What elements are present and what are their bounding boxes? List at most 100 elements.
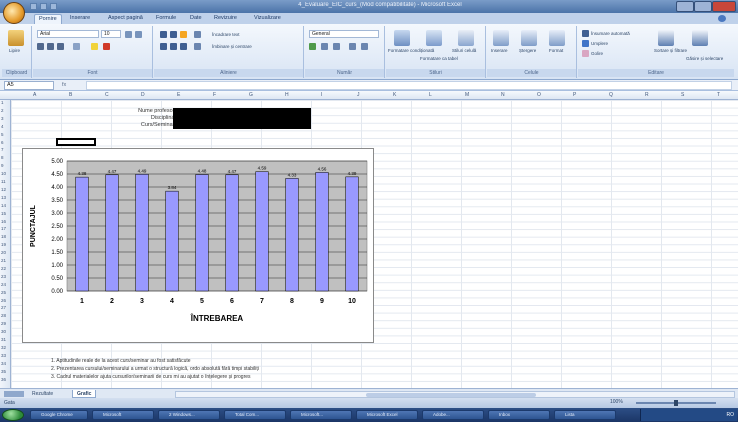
- row-header-8[interactable]: 8: [1, 155, 4, 160]
- row-header-22[interactable]: 22: [1, 266, 6, 271]
- number-format-box[interactable]: General: [309, 30, 379, 38]
- clear-button[interactable]: Golire: [591, 51, 603, 56]
- zoom-slider-thumb[interactable]: [674, 400, 678, 406]
- format-cells-button[interactable]: Format: [549, 48, 563, 53]
- insert-cells-icon[interactable]: [493, 30, 509, 46]
- conditional-formatting-icon[interactable]: [394, 30, 410, 46]
- row-header-33[interactable]: 33: [1, 353, 6, 358]
- formula-input[interactable]: [86, 81, 732, 90]
- row-header-25[interactable]: 25: [1, 290, 6, 295]
- taskbar-item-6[interactable]: Microsoft Excel: [356, 410, 418, 420]
- row-header-12[interactable]: 12: [1, 187, 6, 192]
- row-header-20[interactable]: 20: [1, 250, 6, 255]
- fill-color-icon[interactable]: [91, 43, 98, 50]
- row-header-23[interactable]: 23: [1, 274, 6, 279]
- tab-insert[interactable]: Inserare: [66, 14, 94, 24]
- row-header-10[interactable]: 10: [1, 171, 6, 176]
- taskbar-item-8[interactable]: Inbox: [488, 410, 550, 420]
- taskbar-item-4[interactable]: Total Com...: [224, 410, 286, 420]
- column-header-s[interactable]: S: [681, 92, 684, 98]
- column-header-h[interactable]: H: [285, 92, 289, 98]
- delete-cells-icon[interactable]: [521, 30, 537, 46]
- tab-review[interactable]: Revizuire: [210, 14, 241, 24]
- taskbar-item-2[interactable]: Microsoft: [92, 410, 154, 420]
- redo-icon[interactable]: [50, 3, 57, 10]
- row-header-35[interactable]: 35: [1, 369, 6, 374]
- row-header-29[interactable]: 29: [1, 321, 6, 326]
- find-select-button[interactable]: Găsire și selectare: [686, 56, 723, 61]
- maximize-button[interactable]: [694, 1, 712, 12]
- row-header-11[interactable]: 11: [1, 179, 6, 184]
- row-header-32[interactable]: 32: [1, 345, 6, 350]
- help-icon[interactable]: [718, 15, 726, 22]
- shrink-font-icon[interactable]: [135, 31, 142, 38]
- chart-object[interactable]: 0.00 0.50 1.00 1.50 2.00 2.50 3.00 3.50 4.00 4.50…: [22, 148, 374, 343]
- decrease-decimal-icon[interactable]: [361, 43, 368, 50]
- undo-icon[interactable]: [40, 3, 47, 10]
- insert-cells-button[interactable]: Inserare: [491, 48, 508, 53]
- horizontal-scrollbar[interactable]: [175, 391, 735, 398]
- align-center-icon[interactable]: [170, 43, 177, 50]
- comma-icon[interactable]: [333, 43, 340, 50]
- selected-cell[interactable]: [56, 138, 96, 146]
- row-header-17[interactable]: 17: [1, 226, 6, 231]
- row-header-18[interactable]: 18: [1, 234, 6, 239]
- taskbar-item-3[interactable]: 2 Windows...: [158, 410, 220, 420]
- font-size-box[interactable]: 10: [101, 30, 121, 38]
- column-header-i[interactable]: I: [321, 92, 322, 98]
- column-header-q[interactable]: Q: [609, 92, 613, 98]
- row-header-15[interactable]: 15: [1, 211, 6, 216]
- delete-cells-button[interactable]: Ștergere: [519, 48, 536, 53]
- row-header-26[interactable]: 26: [1, 298, 6, 303]
- align-bottom-icon[interactable]: [180, 31, 187, 38]
- font-name-box[interactable]: Arial: [37, 30, 99, 38]
- align-right-icon[interactable]: [180, 43, 187, 50]
- row-header-6[interactable]: 6: [1, 140, 4, 145]
- redacted-cells[interactable]: [173, 108, 311, 129]
- cell-styles-button[interactable]: Stiluri celulă: [452, 48, 476, 53]
- row-header-19[interactable]: 19: [1, 242, 6, 247]
- taskbar-item-5[interactable]: Microsoft...: [290, 410, 352, 420]
- close-button[interactable]: [712, 1, 736, 12]
- row-header-16[interactable]: 16: [1, 219, 6, 224]
- paste-icon[interactable]: [8, 30, 24, 46]
- column-header-f[interactable]: F: [213, 92, 216, 98]
- zoom-control[interactable]: 100%: [610, 399, 730, 406]
- currency-icon[interactable]: [309, 43, 316, 50]
- row-header-28[interactable]: 28: [1, 313, 6, 318]
- row-header-13[interactable]: 13: [1, 195, 6, 200]
- fx-label[interactable]: fx: [62, 81, 82, 90]
- column-header-j[interactable]: J: [357, 92, 360, 98]
- row-header-2[interactable]: 2: [1, 108, 4, 113]
- format-cells-icon[interactable]: [549, 30, 565, 46]
- row-header-36[interactable]: 36: [1, 377, 6, 382]
- paste-button-label[interactable]: Lipire: [9, 48, 20, 53]
- column-header-d[interactable]: D: [141, 92, 145, 98]
- orientation-icon[interactable]: [194, 31, 201, 38]
- format-as-table-button[interactable]: Formatare ca tabel: [420, 56, 458, 61]
- row-header-5[interactable]: 5: [1, 132, 4, 137]
- row-header-34[interactable]: 34: [1, 361, 6, 366]
- column-header-e[interactable]: E: [177, 92, 180, 98]
- row-header-31[interactable]: 31: [1, 337, 6, 342]
- row-header-9[interactable]: 9: [1, 163, 4, 168]
- row-header-3[interactable]: 3: [1, 116, 4, 121]
- column-header-b[interactable]: B: [69, 92, 72, 98]
- column-header-a[interactable]: A: [33, 92, 36, 98]
- minimize-button[interactable]: [676, 1, 694, 12]
- align-top-icon[interactable]: [160, 31, 167, 38]
- sheet-nav-arrows-icon[interactable]: [4, 391, 24, 397]
- sheet-tab-rezultate[interactable]: Rezultate: [28, 390, 57, 398]
- row-header-24[interactable]: 24: [1, 282, 6, 287]
- merge-center-button[interactable]: Îmbinare și centrare: [212, 44, 252, 49]
- row-header-1[interactable]: 1: [1, 100, 4, 105]
- align-left-icon[interactable]: [160, 43, 167, 50]
- cell-styles-icon[interactable]: [458, 30, 474, 46]
- taskbar-item-1[interactable]: Google Chrome: [30, 410, 88, 420]
- taskbar-item-9[interactable]: Lista: [554, 410, 616, 420]
- row-header-21[interactable]: 21: [1, 258, 6, 263]
- sort-filter-button[interactable]: Sortare și filtrare: [654, 48, 687, 53]
- column-header-m[interactable]: M: [465, 92, 469, 98]
- column-header-k[interactable]: K: [393, 92, 396, 98]
- bold-icon[interactable]: [37, 43, 44, 50]
